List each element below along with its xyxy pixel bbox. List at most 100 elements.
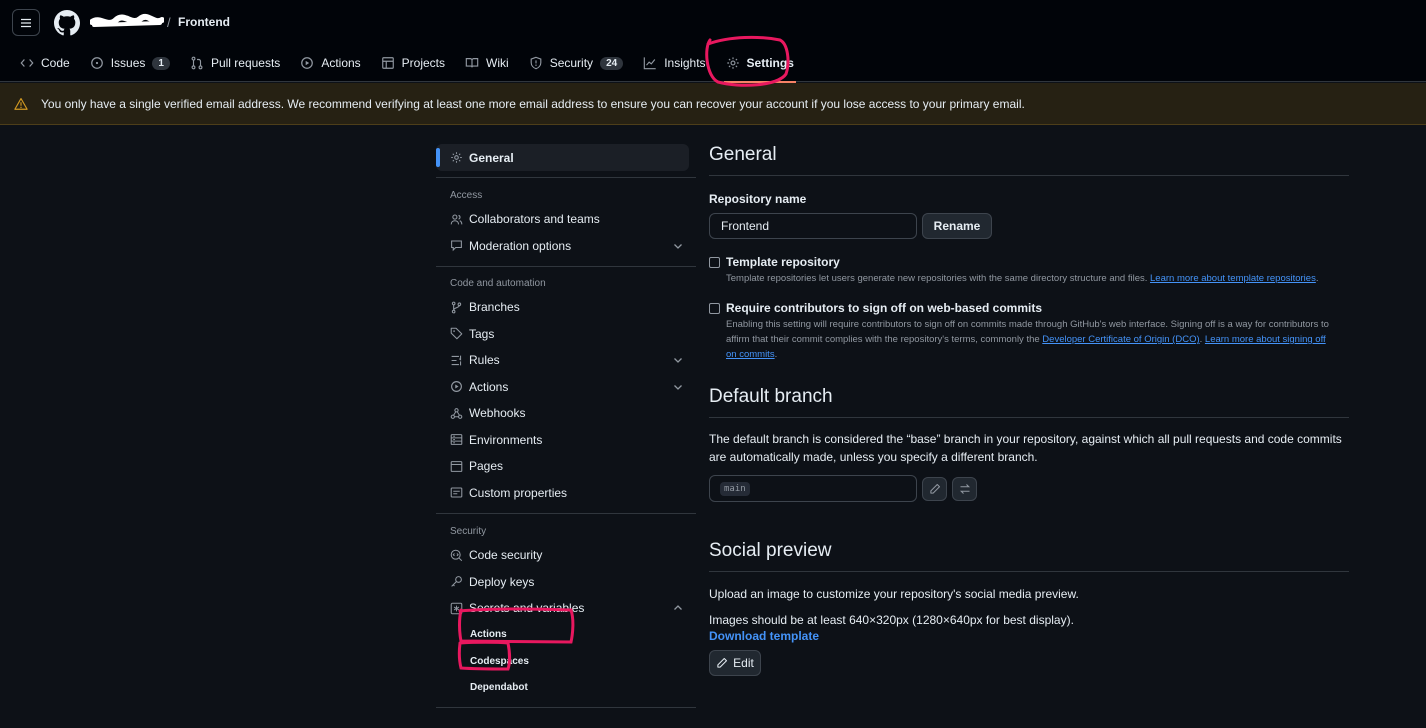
sidebar-item-secrets-variables[interactable]: Secrets and variables bbox=[436, 595, 696, 622]
sidebar-item-general[interactable]: General bbox=[436, 144, 689, 171]
github-logo-icon[interactable] bbox=[54, 10, 80, 36]
sidebar-item-label: Deploy keys bbox=[469, 574, 535, 589]
sidebar-item-custom-properties[interactable]: Custom properties bbox=[436, 480, 696, 507]
sidebar-item-collaborators[interactable]: Collaborators and teams bbox=[436, 206, 696, 233]
tab-label: Projects bbox=[401, 56, 446, 70]
settings-main: General Repository name Frontend Rename … bbox=[709, 144, 1349, 676]
signoff-desc-wrap: Enabling this setting will require contr… bbox=[726, 319, 1329, 360]
default-branch-desc: The default branch is considered the “ba… bbox=[709, 432, 1342, 464]
graph-icon bbox=[643, 57, 656, 70]
issue-icon bbox=[90, 57, 103, 69]
tab-projects[interactable]: Projects bbox=[371, 44, 455, 82]
menu-button[interactable] bbox=[12, 9, 40, 36]
tab-label: Issues bbox=[110, 56, 146, 70]
sidebar-item-pages[interactable]: Pages bbox=[436, 453, 696, 480]
dco-link[interactable]: Developer Certificate of Origin (DCO) bbox=[1042, 334, 1199, 345]
tab-label: Settings bbox=[746, 56, 794, 70]
shield-icon bbox=[530, 56, 542, 70]
edit-label: Edit bbox=[733, 656, 754, 670]
download-template-link[interactable]: Download template bbox=[709, 629, 1349, 643]
template-repository-title: Template repository bbox=[726, 255, 840, 269]
tab-pull-requests[interactable]: Pull requests bbox=[180, 44, 290, 82]
template-learn-more-link[interactable]: Learn more about template repositories bbox=[1150, 273, 1316, 284]
sidebar-item-label: Environments bbox=[469, 432, 543, 447]
note-icon bbox=[450, 487, 463, 498]
tab-label: Pull requests bbox=[210, 56, 281, 70]
gear-icon bbox=[726, 57, 739, 69]
sidebar-item-label: Collaborators and teams bbox=[469, 212, 600, 227]
sidebar-item-label: Pages bbox=[469, 459, 504, 474]
tab-label: Security bbox=[549, 56, 594, 70]
sidebar-item-actions[interactable]: Actions bbox=[436, 374, 696, 401]
signoff-checkbox[interactable] bbox=[709, 303, 720, 314]
play-icon bbox=[301, 57, 314, 69]
tab-label: Insights bbox=[664, 56, 706, 70]
email-warning-banner: You only have a single verified email ad… bbox=[0, 83, 1426, 125]
sidebar-item-deploy-keys[interactable]: Deploy keys bbox=[436, 569, 696, 596]
tab-code[interactable]: Code bbox=[10, 44, 80, 82]
sidebar-item-label: Actions bbox=[469, 379, 509, 394]
asterisk-icon bbox=[450, 602, 463, 615]
tab-insights[interactable]: Insights bbox=[633, 44, 715, 82]
chevron-down-icon bbox=[674, 243, 682, 249]
template-repository-desc-wrap: Template repositories let users generate… bbox=[726, 273, 1319, 284]
sidebar-item-code-security[interactable]: Code security bbox=[436, 542, 696, 569]
rename-button[interactable]: Rename bbox=[922, 213, 992, 239]
sidebar-item-label: Code security bbox=[469, 548, 543, 563]
tab-actions[interactable]: Actions bbox=[290, 44, 370, 82]
sidebar-item-environments[interactable]: Environments bbox=[436, 427, 696, 454]
sidebar-item-branches[interactable]: Branches bbox=[436, 294, 696, 321]
tab-wiki[interactable]: Wiki bbox=[455, 44, 519, 82]
tag-icon bbox=[450, 327, 463, 340]
settings-sidebar: General Access Collaborators and teams M… bbox=[436, 144, 696, 708]
hamburger-icon bbox=[21, 18, 31, 27]
redacted-owner-name[interactable] bbox=[90, 12, 164, 32]
repo-name-link[interactable]: Frontend bbox=[178, 15, 230, 29]
book-icon bbox=[465, 58, 479, 68]
sidebar-item-webhooks[interactable]: Webhooks bbox=[436, 400, 696, 427]
sidebar-item-label: General bbox=[469, 150, 514, 165]
security-count-badge: 24 bbox=[600, 56, 624, 70]
chevron-down-icon bbox=[674, 358, 682, 363]
edit-social-preview-button[interactable]: Edit bbox=[709, 650, 761, 676]
pencil-icon bbox=[717, 657, 728, 668]
banner-text: You only have a single verified email ad… bbox=[41, 96, 1025, 111]
pencil-icon bbox=[929, 483, 940, 494]
sidebar-item-rules[interactable]: Rules bbox=[436, 347, 696, 374]
template-repository-checkbox[interactable] bbox=[709, 257, 720, 268]
chevron-down-icon bbox=[674, 384, 682, 390]
webhook-icon bbox=[450, 407, 463, 419]
sidebar-subitem-actions[interactable]: Actions bbox=[436, 622, 696, 649]
tab-security[interactable]: Security 24 bbox=[519, 44, 633, 82]
top-header: / Frontend Code Issues 1 Pull requests A… bbox=[0, 0, 1426, 83]
breadcrumb-separator: / bbox=[167, 15, 171, 30]
template-repository-option: Template repository Template repositorie… bbox=[709, 255, 1349, 286]
tab-label: Wiki bbox=[486, 56, 509, 70]
switch-branch-button[interactable] bbox=[952, 476, 977, 501]
rules-icon bbox=[451, 355, 462, 366]
edit-branch-button[interactable] bbox=[922, 476, 947, 501]
browser-icon bbox=[450, 460, 463, 472]
alert-icon bbox=[14, 97, 28, 110]
server-icon bbox=[450, 434, 463, 446]
arrow-switch-icon bbox=[959, 483, 970, 494]
social-preview-desc: Upload an image to customize your reposi… bbox=[709, 587, 1079, 601]
sidebar-group-access: Access bbox=[450, 189, 483, 201]
social-preview-size: Images should be at least 640×320px (128… bbox=[709, 613, 1074, 627]
template-repository-desc: Template repositories let users generate… bbox=[726, 273, 1148, 284]
sidebar-item-tags[interactable]: Tags bbox=[436, 321, 696, 348]
pull-request-icon bbox=[191, 56, 203, 70]
repo-tabs: Code Issues 1 Pull requests Actions Proj… bbox=[10, 44, 804, 83]
sidebar-subitem-codespaces[interactable]: Codespaces bbox=[436, 648, 696, 675]
sidebar-item-moderation[interactable]: Moderation options bbox=[436, 233, 696, 260]
branch-icon bbox=[451, 301, 462, 314]
tab-settings[interactable]: Settings bbox=[716, 44, 804, 83]
sidebar-item-label: Webhooks bbox=[469, 406, 526, 421]
sidebar-item-label: Secrets and variables bbox=[469, 601, 585, 616]
code-icon bbox=[20, 59, 34, 67]
chevron-up-icon bbox=[674, 605, 682, 610]
sidebar-subitem-dependabot[interactable]: Dependabot bbox=[436, 675, 696, 702]
repo-name-input[interactable]: Frontend bbox=[709, 213, 917, 239]
tab-issues[interactable]: Issues 1 bbox=[80, 44, 180, 82]
codescan-icon bbox=[450, 549, 463, 561]
